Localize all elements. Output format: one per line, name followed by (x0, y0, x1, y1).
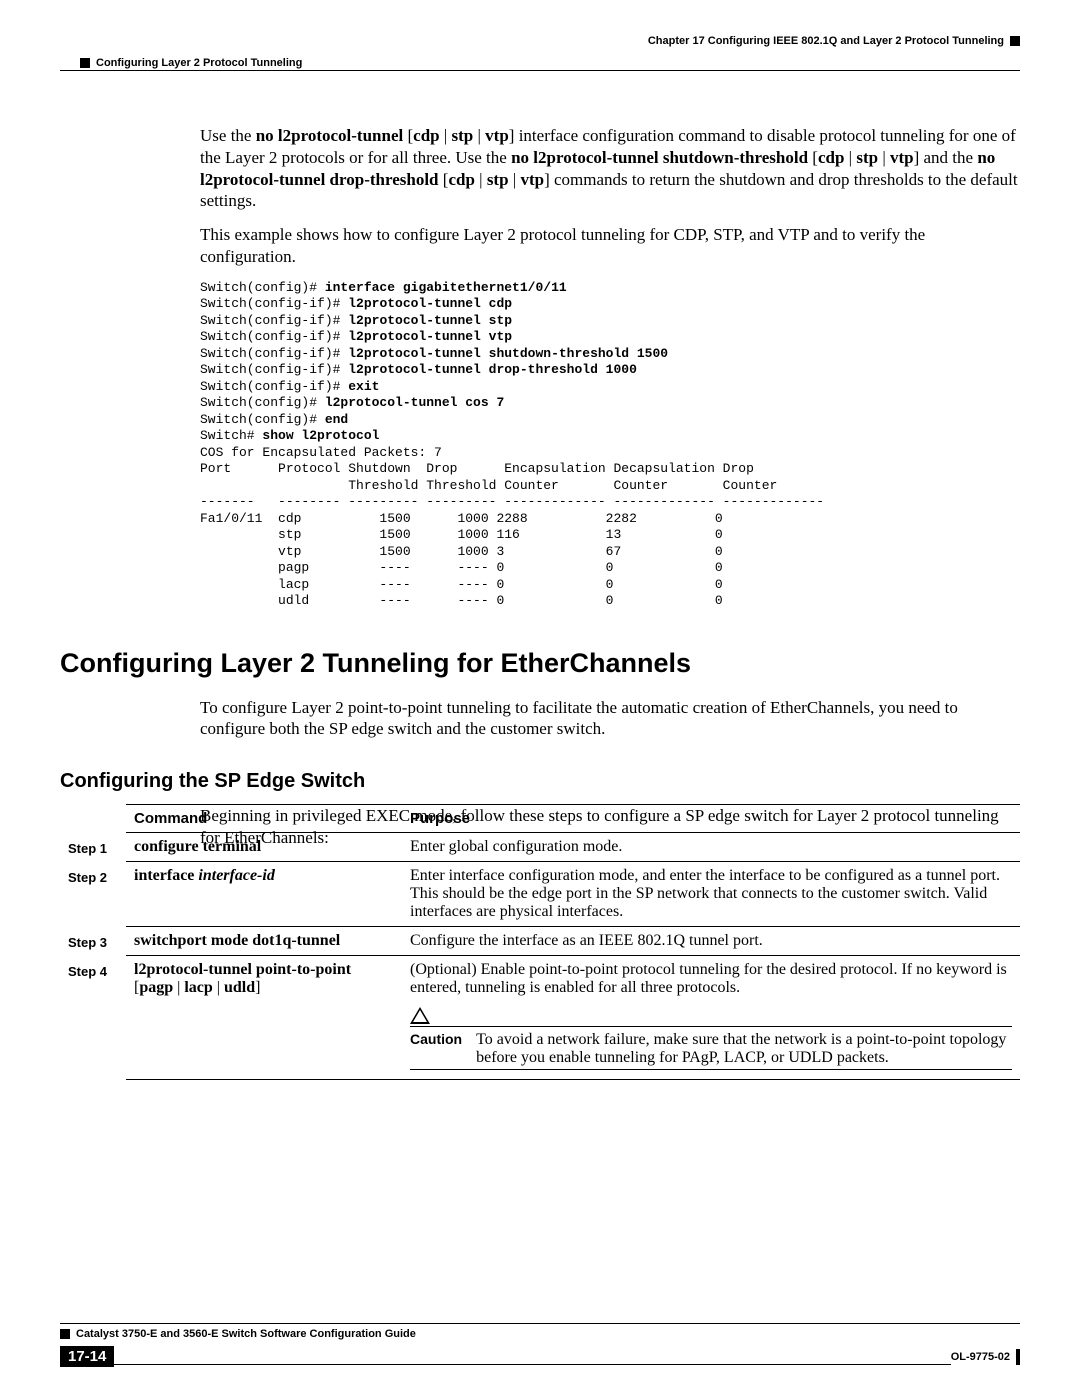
step-number: Step 1 (60, 833, 126, 862)
header-marker-icon (1010, 36, 1020, 46)
body: Use the no l2protocol-tunnel [cdp | stp … (200, 125, 1020, 861)
page-number: 17-14 (60, 1346, 114, 1367)
table-row: Step 4l2protocol-tunnel point-to-point [… (60, 956, 1020, 1080)
table-row: Step 2interface interface-idEnter interf… (60, 862, 1020, 927)
step-number: Step 2 (60, 862, 126, 927)
footer: Catalyst 3750-E and 3560-E Switch Softwa… (60, 1323, 1020, 1367)
step-command: configure terminal (126, 833, 402, 862)
col-command: Command (126, 805, 402, 833)
paragraph-etherchannels: To configure Layer 2 point-to-point tunn… (200, 697, 1020, 741)
footer-marker-icon (60, 1329, 70, 1339)
page: Chapter 17 Configuring IEEE 802.1Q and L… (0, 0, 1080, 1397)
heading-etherchannels: Configuring Layer 2 Tunneling for EtherC… (60, 648, 1020, 679)
header-section: Configuring Layer 2 Protocol Tunneling (80, 57, 302, 69)
paragraph-example-intro: This example shows how to configure Laye… (200, 224, 1020, 268)
header-chapter: Chapter 17 Configuring IEEE 802.1Q and L… (648, 35, 1020, 47)
header-rule (60, 70, 1020, 71)
steps-table: Command Purpose Step 1configure terminal… (60, 804, 1020, 1080)
footer-doc-id: OL-9775-02 (951, 1349, 1020, 1367)
step-purpose: Enter interface configuration mode, and … (402, 862, 1020, 927)
paragraph-disable-command: Use the no l2protocol-tunnel [cdp | stp … (200, 125, 1020, 212)
col-purpose: Purpose (402, 805, 1020, 833)
caution-label: Caution (410, 1031, 462, 1047)
footer-guide: Catalyst 3750-E and 3560-E Switch Softwa… (60, 1328, 1020, 1340)
step-number: Step 4 (60, 956, 126, 1080)
step-purpose: Enter global configuration mode. (402, 833, 1020, 862)
step-command: l2protocol-tunnel point-to-point [pagp |… (126, 956, 402, 1080)
step-command: switchport mode dot1q-tunnel (126, 927, 402, 956)
footer-marker-icon (1016, 1349, 1020, 1365)
table-header-row: Command Purpose (60, 805, 1020, 833)
step-command: interface interface-id (126, 862, 402, 927)
caution-text: To avoid a network failure, make sure th… (476, 1031, 1012, 1067)
table-row: Step 3switchport mode dot1q-tunnelConfig… (60, 927, 1020, 956)
table-row: Step 1configure terminalEnter global con… (60, 833, 1020, 862)
heading-sp-edge: Configuring the SP Edge Switch (60, 770, 1020, 793)
header-marker-icon (80, 58, 90, 68)
caution-block: Caution To avoid a network failure, make … (410, 1007, 1012, 1070)
running-header: Chapter 17 Configuring IEEE 802.1Q and L… (60, 35, 1020, 60)
step-purpose: Configure the interface as an IEEE 802.1… (402, 927, 1020, 956)
cli-block: Switch(config)# interface gigabitetherne… (200, 280, 1020, 610)
caution-icon (410, 1007, 430, 1024)
step-purpose: (Optional) Enable point-to-point protoco… (402, 956, 1020, 1080)
step-number: Step 3 (60, 927, 126, 956)
